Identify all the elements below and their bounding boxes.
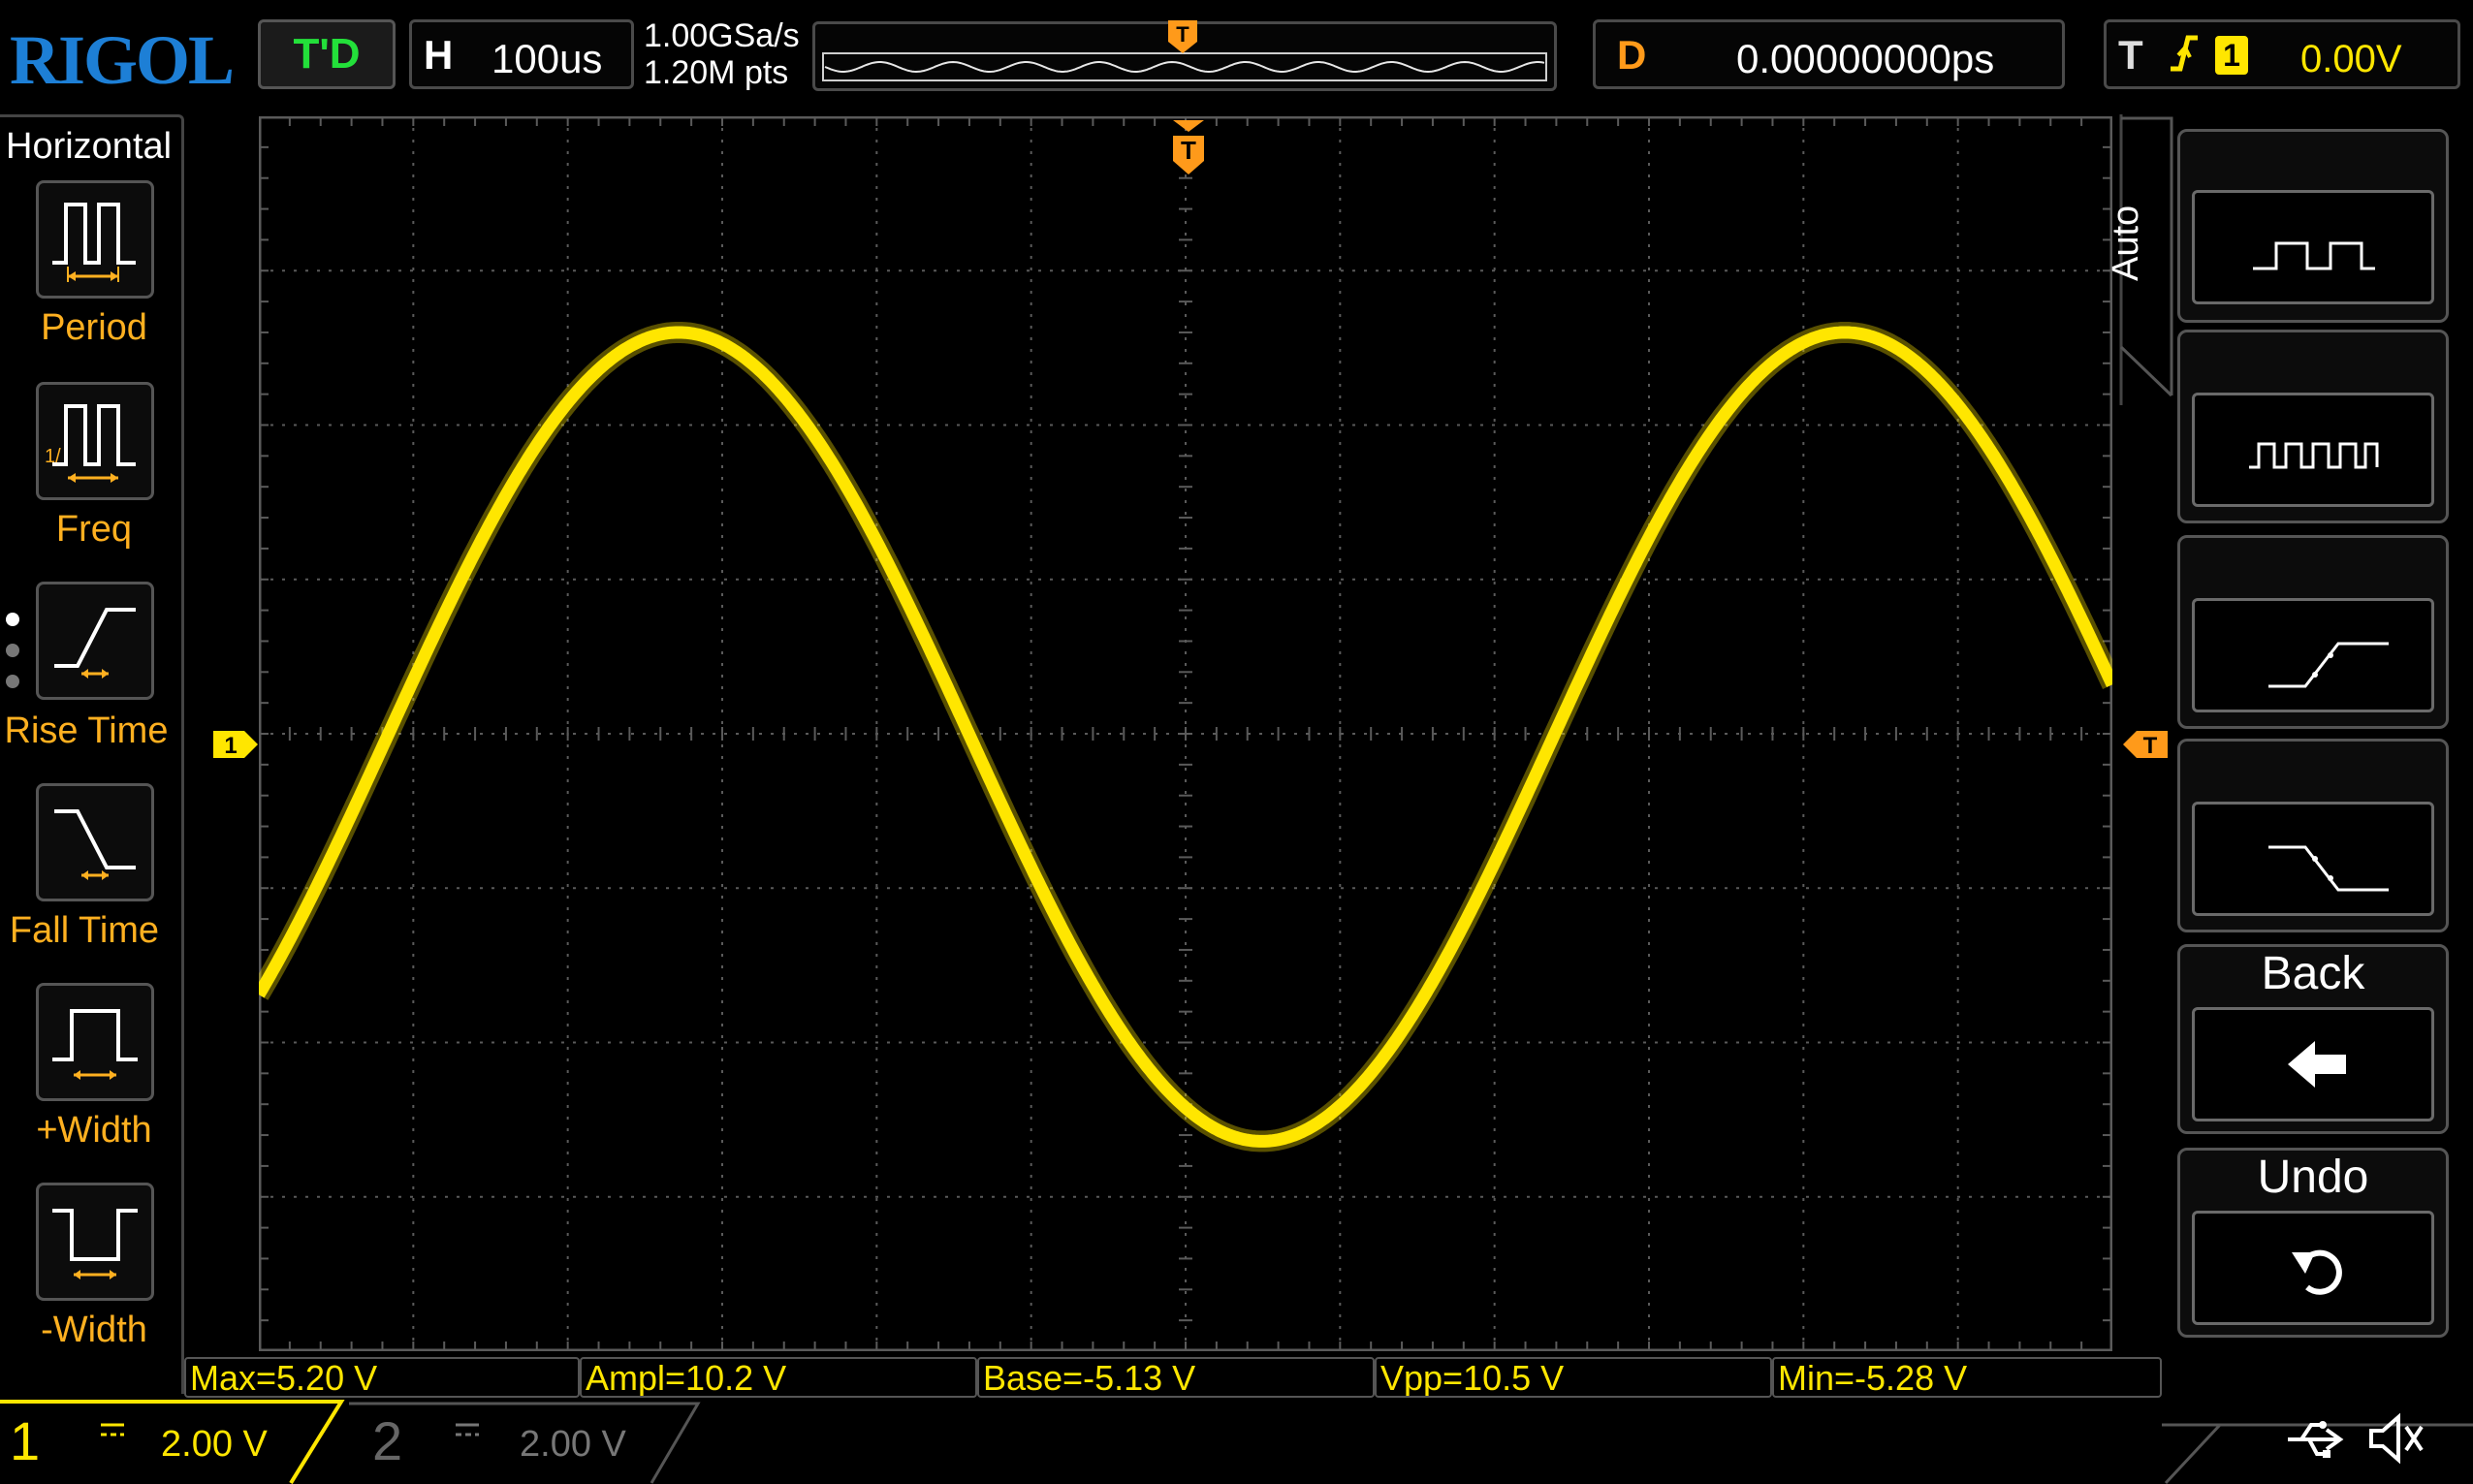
page-indicator: [6, 613, 21, 706]
back-label: Back: [2261, 948, 2365, 999]
measurement-vpp[interactable]: Vpp=10.5 V: [1375, 1357, 1772, 1398]
memory-overview-bar[interactable]: T: [812, 20, 1557, 91]
run-status-text: T'D: [293, 30, 361, 78]
trigger-position-marker-mini: T: [1168, 20, 1197, 53]
channel-2-label[interactable]: 2: [372, 1407, 402, 1475]
horizontal-timebase-box[interactable]: H 100us: [409, 19, 634, 89]
measurement-base[interactable]: Base=-5.13 V: [977, 1357, 1375, 1398]
channel-2-coupling-icon: [454, 1411, 483, 1466]
rising-edge-icon: [2167, 26, 2200, 92]
measurement-min[interactable]: Min=-5.28 V: [1772, 1357, 2162, 1398]
positive-width-icon: [52, 1009, 138, 1080]
rise-time-button[interactable]: [36, 582, 154, 700]
fall-time-icon: [54, 809, 136, 880]
rising-edge-icon: [2268, 642, 2389, 688]
usb-icon: [2284, 1415, 2346, 1468]
rising-edge-option: [2192, 598, 2434, 712]
falling-edge-icon: [2268, 845, 2389, 892]
auto-period-button[interactable]: [2177, 129, 2449, 323]
timebase-value: 100us: [491, 36, 603, 81]
trigger-status-box[interactable]: T 1 0.00V: [2104, 19, 2460, 89]
frequency-button[interactable]: 1/: [36, 382, 154, 500]
undo-label: Undo: [2257, 1152, 2369, 1203]
channel-1-offset-marker[interactable]: 1: [211, 729, 260, 760]
measurement-max[interactable]: Max=5.20 V: [184, 1357, 580, 1398]
back-arrow-box: [2192, 1007, 2434, 1121]
trigger-level-marker[interactable]: T: [2121, 729, 2170, 760]
back-button[interactable]: Back: [2177, 944, 2449, 1134]
channel-1-scale[interactable]: 2.00 V: [161, 1417, 268, 1471]
back-arrow-icon: [2288, 1041, 2346, 1088]
trigger-level-marker-text: T: [2143, 733, 2158, 759]
acquisition-info: 1.00GSa/s 1.20M pts: [644, 17, 818, 95]
auto-rise-time-button[interactable]: [2177, 535, 2449, 729]
speaker-mute-icon[interactable]: [2365, 1411, 2427, 1470]
negative-width-label: -Width: [41, 1310, 147, 1350]
page-dot: [6, 644, 19, 657]
fall-time-button[interactable]: [36, 783, 154, 901]
rise-time-label: Rise Time: [4, 710, 169, 751]
fall-time-label: Fall Time: [9, 910, 160, 951]
auto-frequency-button[interactable]: [2177, 330, 2449, 523]
negative-width-button[interactable]: [36, 1183, 154, 1301]
square-wave-icon: [2253, 241, 2375, 270]
page-dot: [6, 675, 19, 688]
channel-1-label[interactable]: 1: [10, 1407, 40, 1475]
period-label: Period: [41, 307, 147, 348]
falling-edge-option: [2192, 802, 2434, 916]
undo-icon-box: [2192, 1211, 2434, 1325]
positive-width-button[interactable]: [36, 983, 154, 1101]
rise-time-icon: [54, 608, 136, 679]
menu-title: Horizontal: [6, 126, 173, 167]
auto-fall-time-button[interactable]: [2177, 739, 2449, 932]
delay-value: 0.00000000ps: [1736, 36, 1995, 81]
page-dot-active: [6, 613, 19, 626]
channel-1-marker-text: 1: [224, 733, 237, 759]
brand-logo: RIGOL: [10, 21, 235, 99]
svg-text:T: T: [1176, 22, 1189, 47]
trigger-position-text: T: [1181, 136, 1196, 165]
positive-width-label: +Width: [36, 1110, 152, 1151]
undo-button[interactable]: Undo: [2177, 1148, 2449, 1338]
horizontal-label: H: [424, 32, 454, 78]
frequency-label: Freq: [55, 509, 133, 550]
run-stop-status[interactable]: T'D: [258, 19, 396, 89]
single-pulse-option: [2192, 190, 2434, 304]
status-bar: RIGOL T'D H 100us 1.00GSa/s 1.20M pts T …: [0, 0, 2473, 109]
memory-depth: 1.20M pts: [644, 54, 789, 91]
delay-label: D: [1617, 32, 1647, 78]
trigger-label: T: [2118, 32, 2143, 78]
undo-icon: [2292, 1249, 2342, 1295]
trigger-source-badge: 1: [2215, 36, 2248, 75]
svg-text:1/: 1/: [45, 446, 61, 467]
horizontal-delay-box[interactable]: D 0.00000000ps: [1593, 19, 2065, 89]
negative-width-icon: [52, 1209, 138, 1279]
multi-pulse-option: [2192, 393, 2434, 507]
channel-1-coupling-icon: [99, 1411, 128, 1466]
waveform-display[interactable]: [259, 116, 2112, 1351]
period-icon: [52, 203, 136, 282]
pulse-train-icon: [2249, 442, 2379, 469]
trigger-level-value: 0.00V: [2300, 38, 2402, 80]
sample-rate: 1.00GSa/s: [644, 17, 800, 54]
period-button[interactable]: [36, 180, 154, 299]
channel-2-scale[interactable]: 2.00 V: [520, 1417, 626, 1471]
graticule-grid: [259, 116, 2112, 1351]
trigger-position-marker[interactable]: T: [1171, 120, 1206, 176]
measurement-amplitude[interactable]: Ampl=10.2 V: [580, 1357, 977, 1398]
frequency-icon: 1/: [45, 404, 136, 483]
channel-bar-frame: [0, 1400, 2473, 1484]
